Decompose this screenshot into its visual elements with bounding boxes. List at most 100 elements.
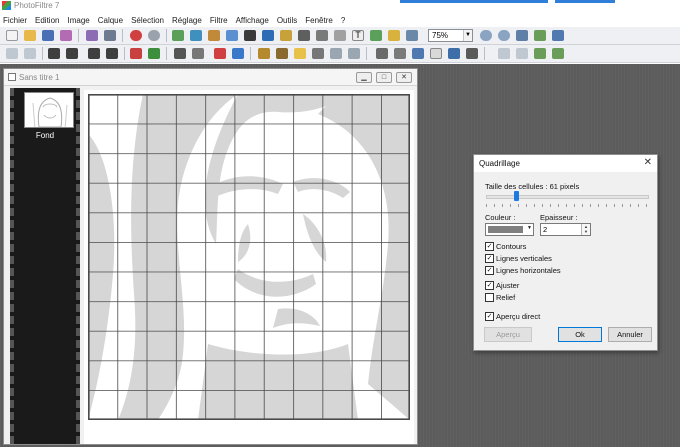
save-web-icon[interactable] xyxy=(60,30,72,41)
redo-icon[interactable] xyxy=(148,30,160,41)
ok-button[interactable]: Ok xyxy=(558,327,602,342)
document-icon xyxy=(8,73,16,81)
light-icon[interactable] xyxy=(294,48,306,59)
checkbox-live-preview[interactable]: ✓ xyxy=(485,312,494,321)
menu-selection[interactable]: Sélection xyxy=(131,16,164,25)
zoom-in-icon[interactable] xyxy=(480,30,492,41)
cancel-button[interactable]: Annuler xyxy=(608,327,652,342)
copy-icon[interactable] xyxy=(190,30,202,41)
menu-affichage[interactable]: Affichage xyxy=(236,16,269,25)
noise-icon[interactable] xyxy=(312,48,324,59)
canvas-area[interactable] xyxy=(84,90,414,444)
fit-window-icon[interactable] xyxy=(534,30,546,41)
cell-size-slider[interactable] xyxy=(486,195,649,199)
rotate-right-icon[interactable] xyxy=(534,48,546,59)
toolbar-separator xyxy=(78,29,79,42)
cut-icon[interactable] xyxy=(172,30,184,41)
menu-reglage[interactable]: Réglage xyxy=(172,16,202,25)
crop-icon[interactable] xyxy=(244,30,256,41)
app-logo-icon xyxy=(2,1,11,10)
checkbox-label: Contours xyxy=(496,242,527,251)
lasso-icon[interactable] xyxy=(24,48,36,59)
gamma-plus-icon[interactable] xyxy=(106,48,118,59)
sepia-icon[interactable] xyxy=(192,48,204,59)
layer-thumbnail[interactable] xyxy=(24,92,74,128)
menu-edition[interactable]: Edition xyxy=(35,16,59,25)
texture-icon[interactable] xyxy=(258,48,270,59)
thickness-stepper[interactable]: 2 ▲ ▼ xyxy=(540,223,591,236)
checkbox-horizontal-lines[interactable]: ✓ xyxy=(485,266,494,275)
mirror-icon[interactable] xyxy=(498,48,510,59)
contrast-icon[interactable] xyxy=(66,48,78,59)
rotate-icon[interactable] xyxy=(316,30,328,41)
preview-button[interactable]: Aperçu xyxy=(484,327,532,342)
color-picker[interactable]: ▼ xyxy=(485,223,534,236)
flip-icon[interactable] xyxy=(298,30,310,41)
print-icon[interactable] xyxy=(86,30,98,41)
menu-calque[interactable]: Calque xyxy=(98,16,123,25)
sharpen-icon[interactable] xyxy=(348,48,360,59)
menu-fenetre[interactable]: Fenêtre xyxy=(305,16,333,25)
canvas-size-icon[interactable] xyxy=(280,30,292,41)
grayscale-icon[interactable] xyxy=(174,48,186,59)
menu-bar: Fichier Edition Image Calque Sélection R… xyxy=(0,13,680,27)
checkbox-vertical-lines[interactable]: ✓ xyxy=(485,254,494,263)
close-icon[interactable]: ✕ xyxy=(644,157,652,169)
maximize-icon[interactable]: □ xyxy=(376,72,392,83)
pattern-icon[interactable] xyxy=(276,48,288,59)
blur-icon[interactable] xyxy=(330,48,342,59)
chevron-down-icon[interactable]: ▼ xyxy=(463,30,472,41)
canvas-image[interactable] xyxy=(88,94,410,420)
emboss-icon[interactable] xyxy=(376,48,388,59)
actual-size-icon[interactable] xyxy=(516,30,528,41)
text-tool-icon[interactable]: T xyxy=(352,30,364,41)
thickness-label: Epaisseur : xyxy=(540,213,578,222)
spin-arrows-icon[interactable]: ▲ ▼ xyxy=(581,224,590,235)
minimize-icon[interactable]: ▁ xyxy=(356,72,372,83)
gamma-icon[interactable] xyxy=(88,48,100,59)
menu-help[interactable]: ? xyxy=(341,16,345,25)
zoom-out-icon[interactable] xyxy=(498,30,510,41)
full-screen-icon[interactable] xyxy=(552,30,564,41)
scan-icon[interactable] xyxy=(104,30,116,41)
automation-icon[interactable] xyxy=(406,30,418,41)
frame-icon[interactable] xyxy=(334,30,346,41)
menu-image[interactable]: Image xyxy=(67,16,89,25)
menu-filtre[interactable]: Filtre xyxy=(210,16,228,25)
outline-icon[interactable] xyxy=(430,48,442,59)
toolbar-separator xyxy=(124,47,125,60)
checkbox-contours[interactable]: ✓ xyxy=(485,242,494,251)
new-file-icon[interactable] xyxy=(6,30,18,41)
color-balance-icon[interactable] xyxy=(148,48,160,59)
paste-new-icon[interactable] xyxy=(226,30,238,41)
rgb-blue-icon[interactable] xyxy=(232,48,244,59)
rgb-red-icon[interactable] xyxy=(214,48,226,59)
saturation-icon[interactable] xyxy=(130,48,142,59)
cell-size-slider-thumb[interactable] xyxy=(514,191,520,201)
levels-icon[interactable] xyxy=(48,48,60,59)
frame-filter-icon[interactable] xyxy=(412,48,424,59)
effects-icon[interactable] xyxy=(388,30,400,41)
grid-overlay xyxy=(88,94,410,420)
stylize-icon[interactable] xyxy=(466,48,478,59)
open-folder-icon[interactable] xyxy=(24,30,36,41)
relief-icon[interactable] xyxy=(394,48,406,59)
symmetry-icon[interactable] xyxy=(516,48,528,59)
checkbox-relief[interactable] xyxy=(485,293,494,302)
paste-icon[interactable] xyxy=(208,30,220,41)
chevron-down-icon[interactable]: ▼ xyxy=(527,225,532,231)
close-icon[interactable]: ✕ xyxy=(396,72,412,83)
edge-icon[interactable] xyxy=(448,48,460,59)
dialog-title: Quadrillage xyxy=(479,159,520,168)
select-icon[interactable] xyxy=(6,48,18,59)
checkbox-label: Lignes horizontales xyxy=(496,266,561,275)
save-icon[interactable] xyxy=(42,30,54,41)
checkbox-adjust[interactable]: ✓ xyxy=(485,281,494,290)
zoom-select[interactable]: 75% ▼ xyxy=(428,29,473,42)
rotate-left-icon[interactable] xyxy=(552,48,564,59)
undo-icon[interactable] xyxy=(130,30,142,41)
fill-icon[interactable] xyxy=(370,30,382,41)
menu-outils[interactable]: Outils xyxy=(277,16,297,25)
image-size-icon[interactable] xyxy=(262,30,274,41)
menu-fichier[interactable]: Fichier xyxy=(3,16,27,25)
